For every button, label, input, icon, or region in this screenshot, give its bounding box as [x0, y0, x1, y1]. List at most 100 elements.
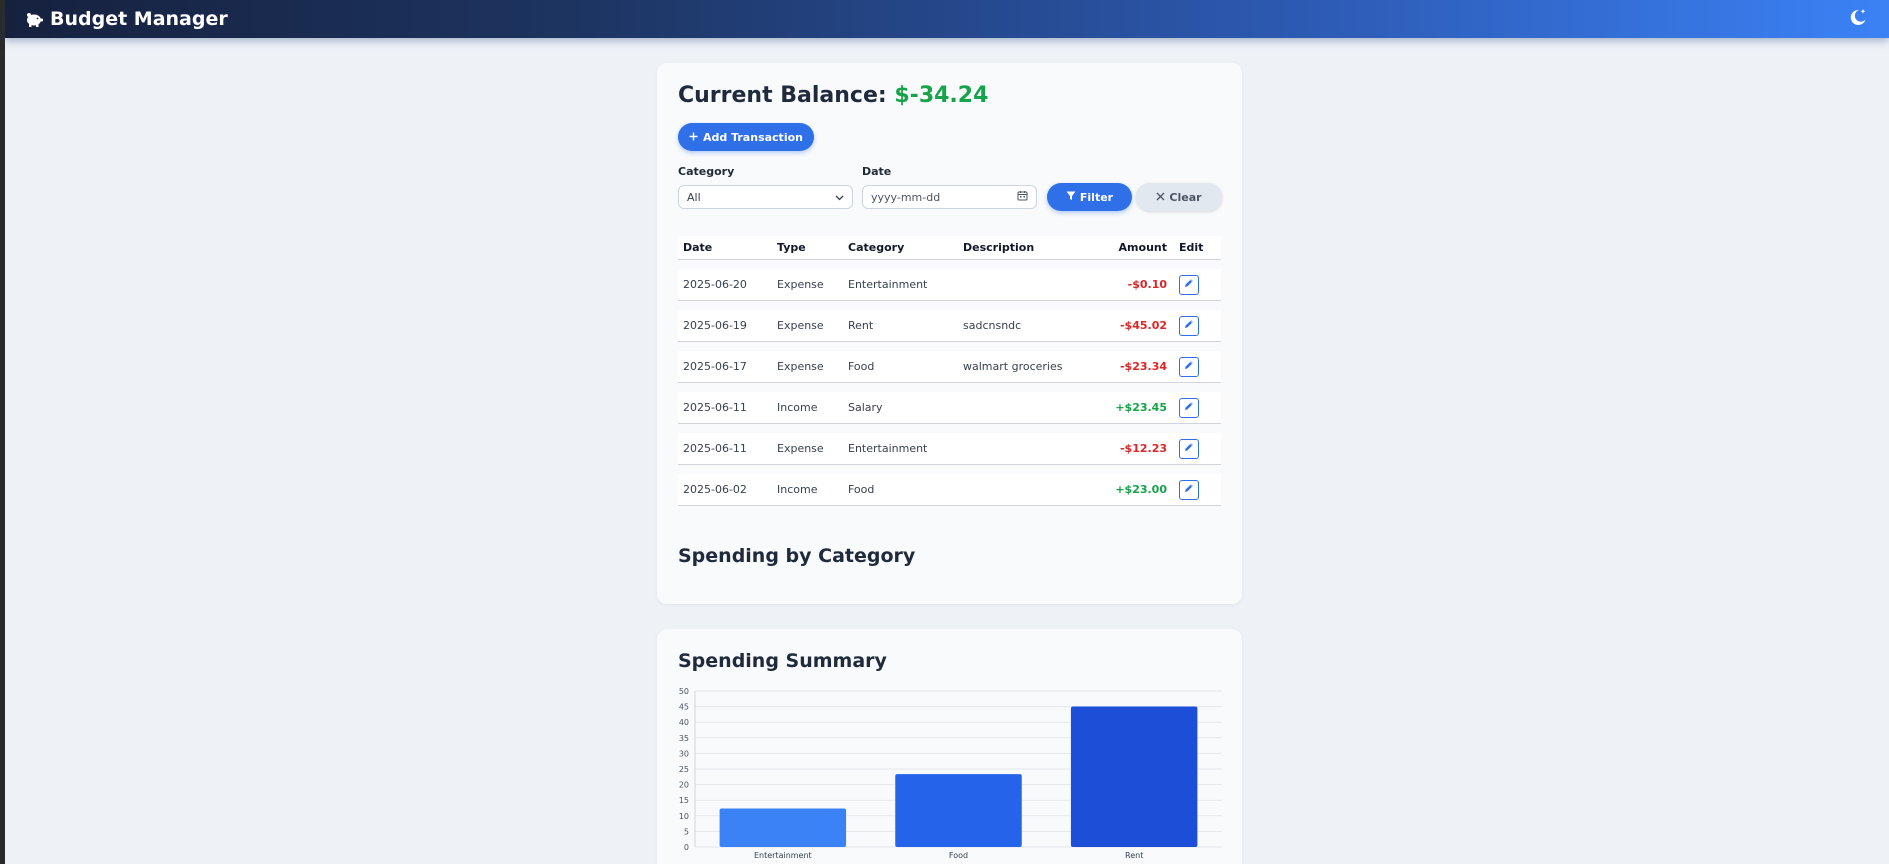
bar-food[interactable] — [895, 774, 1022, 847]
bar-entertainment[interactable] — [719, 808, 847, 847]
add-transaction-label: Add Transaction — [703, 130, 803, 144]
cell-edit — [1169, 397, 1221, 418]
cell-date: 2025-06-11 — [683, 401, 747, 414]
cell-type: Income — [777, 401, 818, 414]
category-select-value: All — [687, 190, 701, 204]
x-tick-label: Rent — [1125, 851, 1143, 860]
y-tick-label: 35 — [679, 734, 689, 743]
cell-type: Expense — [777, 442, 824, 455]
category-select[interactable]: All — [678, 185, 853, 209]
table-header: Date Type Category Description Amount Ed… — [678, 236, 1221, 260]
x-tick-label: Entertainment — [754, 851, 812, 860]
pencil-icon — [1184, 401, 1194, 414]
navbar: Budget Manager — [5, 0, 1889, 38]
cell-edit — [1169, 479, 1221, 500]
transactions-card: Current Balance: $-34.24 Add Transaction… — [657, 63, 1242, 604]
y-tick-label: 40 — [679, 718, 689, 727]
filter-button-label: Filter — [1079, 190, 1114, 204]
edit-button[interactable] — [1179, 356, 1199, 377]
y-tick-label: 50 — [679, 687, 689, 696]
cell-category: Entertainment — [848, 442, 928, 455]
cell-category: Food — [848, 483, 875, 496]
cell-amount: -$0.10 — [1127, 278, 1167, 291]
y-tick-label: 0 — [684, 843, 689, 852]
pencil-icon — [1184, 483, 1194, 496]
date-filter-label: Date — [862, 165, 892, 178]
spending-summary-chart: 0 5 10 15 20 25 30 35 40 45 50 Entertainment Food Ren… — [679, 687, 1222, 860]
cell-edit — [1169, 274, 1221, 295]
brand[interactable]: Budget Manager — [25, 8, 228, 30]
theme-toggle-button[interactable] — [1847, 8, 1869, 30]
cell-category: Food — [848, 360, 875, 373]
date-input-placeholder: yyyy-mm-dd — [871, 190, 941, 204]
table-row: 2025-06-17 Expense Food walmart groceries -$… — [678, 351, 1221, 383]
close-icon — [1156, 191, 1165, 204]
cell-amount: -$12.23 — [1119, 442, 1167, 455]
edit-button[interactable] — [1179, 274, 1199, 295]
app-title: Budget Manager — [50, 8, 228, 30]
balance-value: $-34.24 — [894, 83, 989, 108]
table-row: 2025-06-19 Expense Rent sadcnsndc -$45.02 — [678, 310, 1221, 342]
y-tick-label: 10 — [679, 812, 689, 821]
cell-type: Expense — [777, 360, 824, 373]
pencil-icon — [1184, 278, 1194, 291]
edit-button[interactable] — [1179, 479, 1199, 500]
funnel-icon — [1066, 191, 1076, 204]
x-tick-label: Food — [949, 851, 968, 860]
cell-edit — [1169, 356, 1221, 377]
cell-category: Entertainment — [848, 278, 928, 291]
y-tick-label: 20 — [679, 781, 689, 790]
header-description: Description — [963, 241, 1035, 254]
cell-type: Expense — [777, 278, 824, 291]
window-edge — [0, 0, 5, 864]
cell-edit — [1169, 438, 1221, 459]
y-tick-label: 25 — [679, 765, 689, 774]
cell-date: 2025-06-20 — [683, 278, 747, 291]
y-tick-label: 15 — [679, 796, 689, 805]
cell-edit — [1169, 315, 1221, 336]
balance-heading: Current Balance: $-34.24 — [678, 83, 988, 108]
cell-type: Income — [777, 483, 818, 496]
table-row: 2025-06-11 Income Salary +$23.45 — [678, 392, 1221, 424]
header-edit: Edit — [1179, 241, 1204, 254]
plus-icon — [689, 131, 698, 144]
cell-description: sadcnsndc — [963, 319, 1022, 332]
clear-button-label: Clear — [1169, 190, 1202, 204]
date-input[interactable]: yyyy-mm-dd — [862, 185, 1037, 209]
clear-button[interactable]: Clear — [1136, 183, 1222, 211]
edit-button[interactable] — [1179, 438, 1199, 459]
header-type: Type — [777, 241, 806, 254]
cell-category: Salary — [848, 401, 883, 414]
edit-button[interactable] — [1179, 315, 1199, 336]
pencil-icon — [1184, 319, 1194, 332]
header-date: Date — [683, 241, 713, 254]
cell-amount: +$23.45 — [1115, 401, 1167, 414]
cell-date: 2025-06-02 — [683, 483, 747, 496]
pencil-icon — [1184, 360, 1194, 373]
calendar-icon[interactable] — [1017, 190, 1028, 204]
transactions-table: Date Type Category Description Amount Ed… — [678, 236, 1221, 506]
piggy-bank-icon — [25, 11, 43, 27]
category-filter-label: Category — [678, 165, 735, 178]
moon-stars-icon — [1848, 7, 1868, 31]
cell-amount: -$45.02 — [1119, 319, 1167, 332]
y-tick-label: 45 — [679, 703, 689, 712]
table-row: 2025-06-02 Income Food +$23.00 — [678, 474, 1221, 506]
filter-button[interactable]: Filter — [1047, 183, 1132, 211]
add-transaction-button[interactable]: Add Transaction — [678, 123, 814, 151]
chevron-down-icon — [835, 191, 844, 204]
pencil-icon — [1184, 442, 1194, 455]
table-row: 2025-06-20 Expense Entertainment -$0.10 — [678, 269, 1221, 301]
spending-by-category-title: Spending by Category — [678, 545, 916, 567]
y-tick-label: 30 — [679, 749, 689, 758]
edit-button[interactable] — [1179, 397, 1199, 418]
balance-label: Current Balance: — [678, 83, 887, 108]
table-row: 2025-06-11 Expense Entertainment -$12.23 — [678, 433, 1221, 465]
bar-rent[interactable] — [1070, 706, 1198, 847]
cell-amount: -$23.34 — [1119, 360, 1167, 373]
cell-date: 2025-06-11 — [683, 442, 747, 455]
cell-description: walmart groceries — [963, 360, 1063, 373]
cell-date: 2025-06-17 — [683, 360, 747, 373]
cell-amount: +$23.00 — [1115, 483, 1167, 496]
cell-date: 2025-06-19 — [683, 319, 747, 332]
